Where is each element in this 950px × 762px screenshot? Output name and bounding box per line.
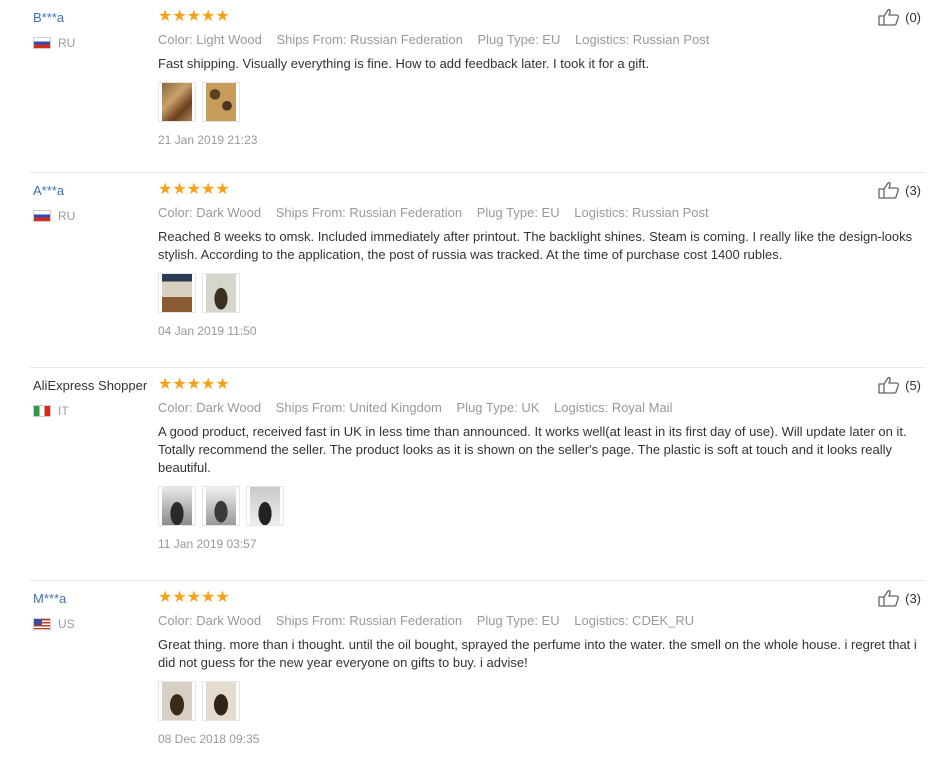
review-photos [158, 273, 918, 313]
ships-from-info: Ships From: Russian Federation [275, 205, 463, 220]
review-text: A good product, received fast in UK in l… [158, 424, 907, 475]
helpful-button[interactable]: (3) [878, 181, 921, 199]
reviewer-info: AliExpress Shopper IT [33, 378, 158, 418]
helpful-count: (5) [905, 377, 921, 393]
review-item: A***a RU ★★★★★ Color: Dark Wood Ships Fr… [30, 173, 925, 368]
review-date: 04 Jan 2019 11:50 [158, 324, 257, 338]
helpful-button[interactable]: (3) [878, 589, 921, 607]
review-photo[interactable] [158, 486, 196, 526]
star-rating: ★★★★★ [158, 181, 230, 198]
color-info: Color: Light Wood [158, 32, 262, 47]
review-photo[interactable] [202, 681, 240, 721]
review-text: Reached 8 weeks to omsk. Included immedi… [158, 229, 913, 262]
logistics-info: Logistics: Russian Post [574, 205, 709, 220]
review-content: ★★★★★ Color: Light Wood Ships From: Russ… [158, 8, 918, 147]
review-photo[interactable] [202, 82, 240, 122]
reviewer-name[interactable]: M***a [33, 591, 158, 606]
star-rating: ★★★★★ [158, 589, 230, 606]
country-code: RU [58, 36, 76, 50]
thumbs-up-icon [878, 181, 900, 199]
plug-type-info: Plug Type: EU [476, 205, 560, 220]
russia-flag-icon [33, 37, 51, 49]
reviewer-country: IT [33, 404, 158, 418]
order-info: Color: Dark Wood Ships From: Russian Fed… [158, 205, 918, 220]
review-date: 08 Dec 2018 09:35 [158, 732, 260, 746]
color-info: Color: Dark Wood [158, 205, 262, 220]
review-photos [158, 486, 918, 526]
plug-type-info: Plug Type: EU [476, 613, 560, 628]
reviewer-name[interactable]: A***a [33, 183, 158, 198]
ships-from-info: Ships From: United Kingdom [275, 400, 442, 415]
russia-flag-icon [33, 210, 51, 222]
reviewer-info: A***a RU [33, 183, 158, 223]
logistics-info: Logistics: Royal Mail [554, 400, 673, 415]
thumbs-up-icon [878, 8, 900, 26]
reviewer-country: RU [33, 36, 158, 50]
reviewer-info: B***a RU [33, 10, 158, 50]
italy-flag-icon [33, 405, 51, 417]
reviewer-info: M***a US [33, 591, 158, 631]
review-photos [158, 82, 918, 122]
star-rating: ★★★★★ [158, 376, 230, 393]
thumbs-up-icon [878, 376, 900, 394]
plug-type-info: Plug Type: UK [456, 400, 540, 415]
review-item: B***a RU ★★★★★ Color: Light Wood Ships F… [30, 0, 925, 173]
helpful-button[interactable]: (5) [878, 376, 921, 394]
helpful-button[interactable]: (0) [878, 8, 921, 26]
order-info: Color: Dark Wood Ships From: United King… [158, 400, 918, 415]
reviewer-name: AliExpress Shopper [33, 378, 148, 393]
helpful-count: (3) [905, 182, 921, 198]
review-date: 11 Jan 2019 03:57 [158, 537, 257, 551]
review-item: AliExpress Shopper IT ★★★★★ Color: Dark … [30, 368, 925, 581]
review-content: ★★★★★ Color: Dark Wood Ships From: Russi… [158, 181, 918, 338]
logistics-info: Logistics: CDEK_RU [574, 613, 695, 628]
review-photos [158, 681, 918, 721]
review-item: M***a US ★★★★★ Color: Dark Wood Ships Fr… [30, 581, 925, 762]
review-photo[interactable] [202, 486, 240, 526]
review-photo[interactable] [158, 681, 196, 721]
review-text: Great thing. more than i thought. until … [158, 637, 917, 670]
logistics-info: Logistics: Russian Post [575, 32, 710, 47]
review-photo[interactable] [158, 82, 196, 122]
country-code: US [58, 617, 75, 631]
order-info: Color: Dark Wood Ships From: Russian Fed… [158, 613, 918, 628]
country-code: IT [58, 404, 69, 418]
ships-from-info: Ships From: Russian Federation [275, 613, 463, 628]
review-content: ★★★★★ Color: Dark Wood Ships From: Unite… [158, 376, 918, 551]
star-rating: ★★★★★ [158, 8, 230, 25]
review-photo[interactable] [246, 486, 284, 526]
helpful-count: (0) [905, 9, 921, 25]
review-content: ★★★★★ Color: Dark Wood Ships From: Russi… [158, 589, 918, 746]
reviewer-country: US [33, 617, 158, 631]
usa-flag-icon [33, 618, 51, 630]
review-photo[interactable] [202, 273, 240, 313]
country-code: RU [58, 209, 76, 223]
helpful-count: (3) [905, 590, 921, 606]
thumbs-up-icon [878, 589, 900, 607]
color-info: Color: Dark Wood [158, 400, 262, 415]
reviewer-name[interactable]: B***a [33, 10, 158, 25]
review-date: 21 Jan 2019 21:23 [158, 133, 258, 147]
reviewer-country: RU [33, 209, 158, 223]
ships-from-info: Ships From: Russian Federation [276, 32, 463, 47]
order-info: Color: Light Wood Ships From: Russian Fe… [158, 32, 918, 47]
color-info: Color: Dark Wood [158, 613, 262, 628]
review-text: Fast shipping. Visually everything is fi… [158, 56, 650, 71]
review-photo[interactable] [158, 273, 196, 313]
plug-type-info: Plug Type: EU [477, 32, 561, 47]
